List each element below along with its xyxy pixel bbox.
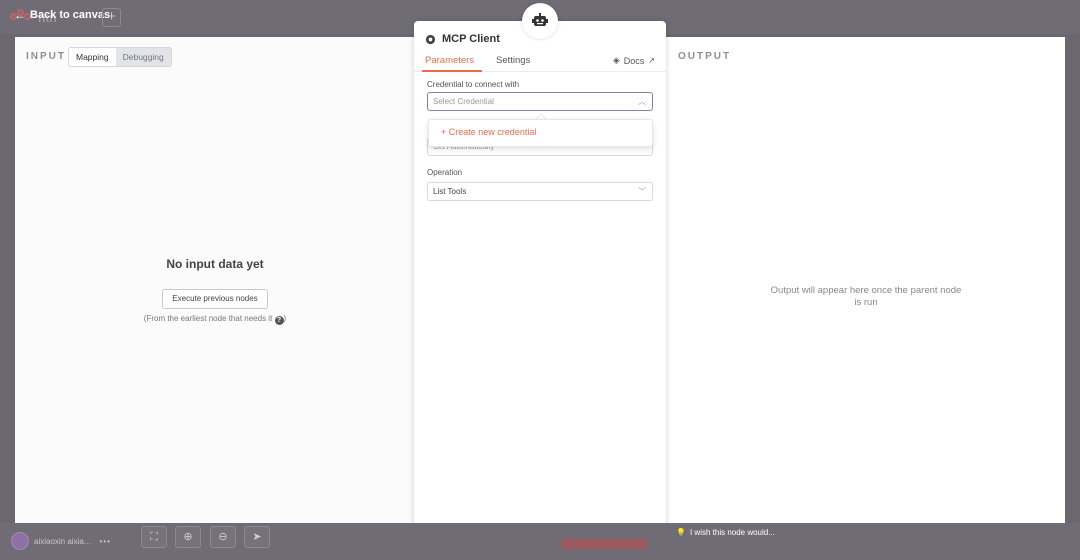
node-parameters-panel: MCP Client Parameters Settings ◈ Docs ↗ … (414, 21, 666, 539)
earliest-node-hint-text: (From the earliest node that needs it (143, 314, 273, 323)
lightbulb-icon: 💡 (676, 528, 686, 537)
output-pane: OUTPUT Output will appear here once the … (666, 37, 1065, 523)
node-title-text: MCP Client (442, 33, 500, 45)
tab-debugging[interactable]: Debugging (116, 48, 171, 66)
operation-value: List Tools (433, 187, 467, 196)
back-to-canvas-label: Back to canvas (30, 9, 111, 21)
mcp-icon (425, 34, 436, 44)
external-link-icon: ↗ (648, 56, 655, 65)
feedback-link[interactable]: 💡 I wish this node would... (676, 528, 775, 537)
fit-view-button[interactable]: ⛶ (141, 526, 167, 548)
input-view-switch: Mapping Debugging (68, 47, 172, 67)
create-new-credential-label: Create new credential (448, 127, 537, 137)
output-empty-message: Output will appear here once the parent … (770, 285, 962, 308)
active-tab-indicator (422, 70, 482, 72)
book-icon: ◈ (612, 55, 620, 65)
no-input-title: No input data yet (166, 257, 264, 271)
execute-previous-nodes-button[interactable]: Execute previous nodes (162, 289, 268, 309)
output-pane-label: OUTPUT (678, 51, 732, 62)
credential-select[interactable]: Select Credential ︿ (427, 92, 653, 111)
create-new-credential-option[interactable]: + Create new credential (441, 127, 536, 137)
operation-select[interactable]: List Tools ﹀ (427, 182, 653, 201)
operation-label: Operation (427, 168, 463, 177)
avatar (11, 532, 29, 550)
robot-icon (532, 13, 548, 26)
zoom-in-button[interactable]: ⊕ (175, 526, 201, 548)
execute-workflow-button[interactable] (562, 539, 648, 549)
node-title: MCP Client (425, 33, 500, 45)
tab-mapping[interactable]: Mapping (69, 48, 116, 66)
tab-settings[interactable]: Settings (496, 55, 530, 66)
input-pane-label: INPUT (26, 51, 66, 62)
more-icon[interactable]: ••• (99, 537, 110, 546)
credential-dropdown: + Create new credential (428, 119, 653, 147)
chevron-down-icon: ﹀ (638, 187, 646, 196)
chevron-up-icon: ︿ (638, 97, 646, 106)
arrow-left-icon: ← (14, 8, 26, 22)
earliest-node-hint: (From the earliest node that needs it ?) (143, 314, 287, 325)
docs-link[interactable]: ◈ Docs ↗ (613, 55, 655, 66)
user-menu[interactable]: aixiaoxin aixia... ••• (11, 532, 111, 550)
question-icon[interactable]: ? (274, 316, 284, 325)
credential-select-placeholder: Select Credential (433, 97, 494, 106)
node-type-badge (522, 3, 558, 39)
user-name: aixiaoxin aixia... (34, 536, 91, 546)
feedback-label: I wish this node would... (689, 528, 775, 537)
back-to-canvas-link[interactable]: ← Back to canvas (14, 8, 110, 22)
node-tabs: Parameters Settings ◈ Docs ↗ (414, 55, 666, 72)
tab-parameters[interactable]: Parameters (425, 55, 474, 66)
add-tab-button[interactable]: + (102, 8, 121, 27)
input-pane: INPUT Mapping Debugging No input data ye… (15, 37, 415, 523)
zoom-out-button[interactable]: ⊖ (210, 526, 236, 548)
plus-icon: + (441, 127, 447, 137)
docs-label: Docs (623, 55, 645, 66)
credential-label: Credential to connect with (427, 80, 520, 89)
cursor-tool-button[interactable]: ➤ (244, 526, 270, 548)
